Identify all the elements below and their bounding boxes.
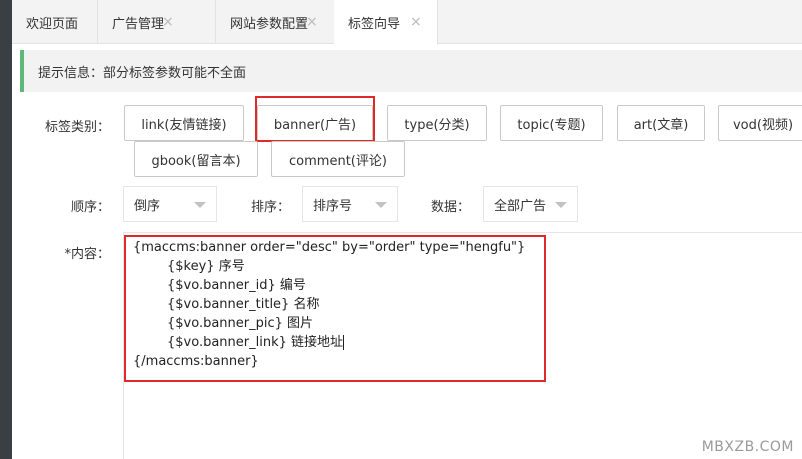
order-select[interactable]: 倒序 xyxy=(123,186,217,222)
tab-label: 网站参数配置 xyxy=(230,16,309,32)
order-label: 顺序： xyxy=(70,200,110,215)
tab-tag-wizard[interactable]: 标签向导 × xyxy=(334,0,438,45)
watermark: MBXZB.COM xyxy=(701,439,794,455)
category-button-type[interactable]: type(分类) xyxy=(387,105,487,141)
category-button-comment[interactable]: comment(评论) xyxy=(271,141,405,177)
notice-text: 提示信息：部分标签参数可能不全面 xyxy=(38,65,247,81)
category-button-topic[interactable]: topic(专题) xyxy=(500,105,603,141)
chevron-down-icon xyxy=(194,202,206,208)
category-button-link[interactable]: link(友情链接) xyxy=(124,105,244,141)
content-label: *内容： xyxy=(64,247,110,262)
data-select-value: 全部广告 xyxy=(494,198,547,214)
tab-site-config[interactable]: 网站参数配置 × xyxy=(216,0,346,44)
chevron-down-icon xyxy=(555,202,567,208)
sort-select-value: 排序号 xyxy=(313,198,353,214)
sidebar-edge xyxy=(0,0,12,459)
category-button-gbook[interactable]: gbook(留言本) xyxy=(134,141,258,177)
close-icon[interactable]: × xyxy=(410,14,422,30)
tab-ad-management[interactable]: 广告管理 × xyxy=(98,0,216,44)
notice-bar: 提示信息：部分标签参数可能不全面 xyxy=(20,50,802,92)
tab-label: 广告管理 xyxy=(112,16,165,32)
tab-welcome[interactable]: 欢迎页面 xyxy=(12,0,98,44)
tab-bar: 欢迎页面 广告管理 × 网站参数配置 × 标签向导 × xyxy=(12,0,802,45)
sort-select[interactable]: 排序号 xyxy=(302,186,398,222)
tab-label: 欢迎页面 xyxy=(26,16,79,32)
close-icon[interactable]: × xyxy=(162,14,174,30)
category-button-art[interactable]: art(文章) xyxy=(617,105,705,141)
category-button-vod[interactable]: vod(视频) xyxy=(718,105,802,141)
tab-label: 标签向导 xyxy=(348,17,401,32)
chevron-down-icon xyxy=(375,202,387,208)
highlight-box-banner xyxy=(255,96,375,142)
order-select-value: 倒序 xyxy=(134,198,161,214)
close-icon[interactable]: × xyxy=(306,14,318,30)
data-label: 数据： xyxy=(430,200,470,215)
data-select[interactable]: 全部广告 xyxy=(483,186,578,222)
sort-label: 排序： xyxy=(250,200,290,215)
highlight-box-content xyxy=(124,235,546,382)
category-label: 标签类别： xyxy=(44,120,110,135)
